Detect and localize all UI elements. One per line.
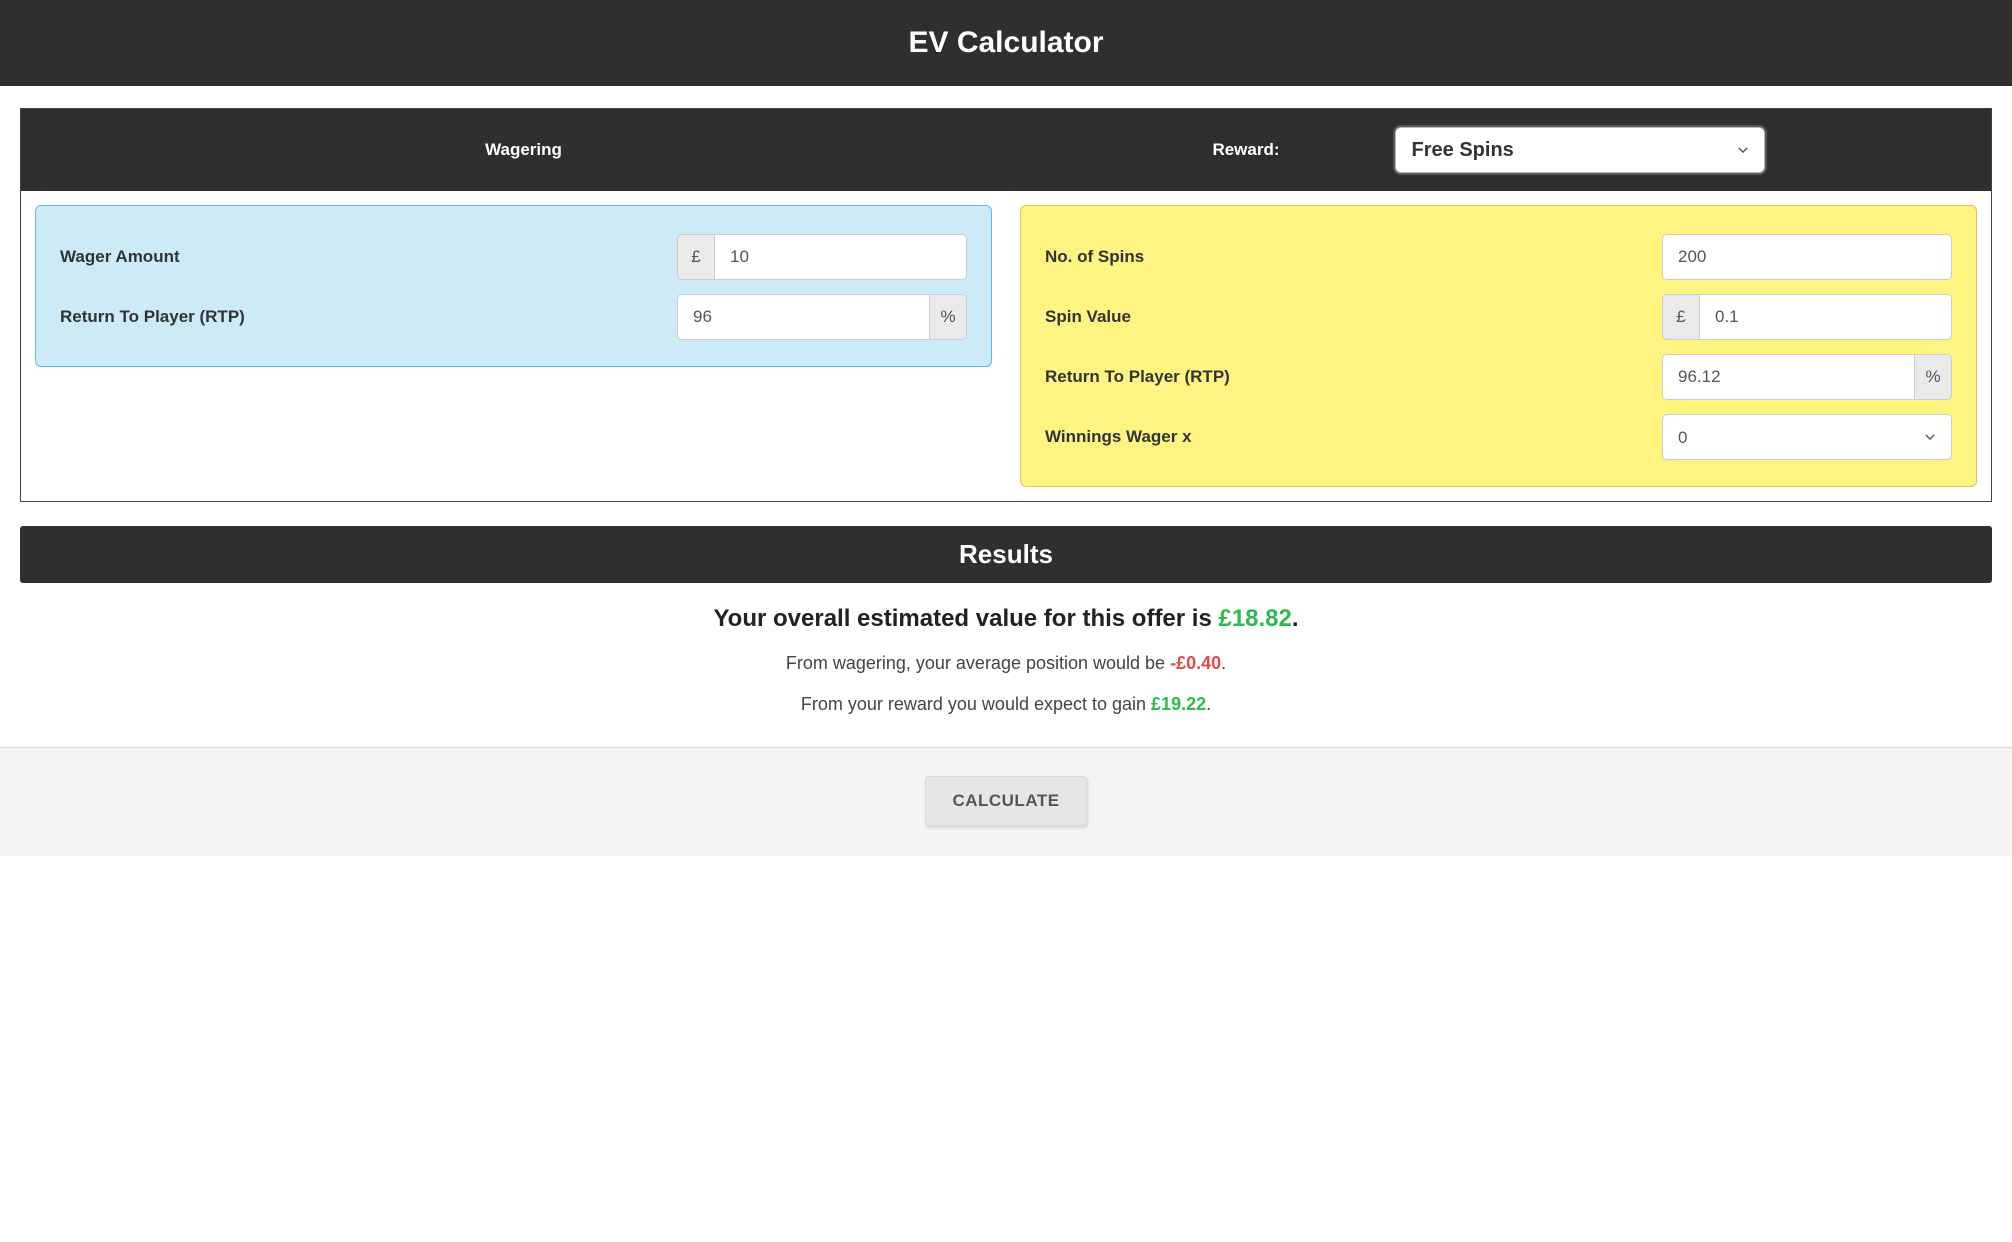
- results-title: Results: [20, 526, 1992, 583]
- spin-value-input[interactable]: [1699, 294, 1952, 340]
- wagering-header-label: Wagering: [41, 140, 1006, 160]
- panel-header: Wagering Reward: Free Spins: [21, 109, 1991, 191]
- wager-amount-input[interactable]: [714, 234, 967, 280]
- spins-row: No. of Spins: [1045, 234, 1952, 280]
- currency-prefix: £: [1662, 294, 1699, 340]
- percent-suffix: %: [930, 294, 967, 340]
- wager-amount-label: Wager Amount: [60, 247, 180, 267]
- spin-value-input-group: £: [1662, 294, 1952, 340]
- wager-amount-row: Wager Amount £: [60, 234, 967, 280]
- wager-line-suffix: .: [1221, 653, 1226, 673]
- reward-rtp-input[interactable]: [1662, 354, 1915, 400]
- spins-input-group: [1662, 234, 1952, 280]
- percent-suffix: %: [1915, 354, 1952, 400]
- results-wager-line: From wagering, your average position wou…: [20, 653, 1992, 674]
- wagering-rtp-label: Return To Player (RTP): [60, 307, 245, 327]
- winnings-wager-label: Winnings Wager x: [1045, 427, 1192, 447]
- reward-header-label: Reward:: [1212, 140, 1279, 160]
- currency-prefix: £: [677, 234, 714, 280]
- reward-line-value: £19.22: [1151, 694, 1206, 714]
- spins-label: No. of Spins: [1045, 247, 1144, 267]
- reward-card: No. of Spins Spin Value £ Return To Play…: [1020, 205, 1977, 487]
- wagering-rtp-input[interactable]: [677, 294, 930, 340]
- wagering-rtp-row: Return To Player (RTP) %: [60, 294, 967, 340]
- spin-value-label: Spin Value: [1045, 307, 1131, 327]
- reward-rtp-row: Return To Player (RTP) %: [1045, 354, 1952, 400]
- headline-prefix: Your overall estimated value for this of…: [713, 605, 1218, 632]
- winnings-wager-select[interactable]: 0: [1662, 414, 1952, 460]
- results-headline: Your overall estimated value for this of…: [20, 605, 1992, 633]
- panel-body: Wager Amount £ Return To Player (RTP) %: [21, 191, 1991, 501]
- wagering-rtp-input-group: %: [677, 294, 967, 340]
- results-body: Your overall estimated value for this of…: [0, 583, 2012, 748]
- reward-line-suffix: .: [1206, 694, 1211, 714]
- reward-line-prefix: From your reward you would expect to gai…: [801, 694, 1151, 714]
- footer: CALCULATE: [0, 748, 2012, 856]
- page-title: EV Calculator: [0, 0, 2012, 86]
- wager-line-value: -£0.40: [1170, 653, 1221, 673]
- results-reward-line: From your reward you would expect to gai…: [20, 694, 1992, 715]
- wager-line-prefix: From wagering, your average position wou…: [786, 653, 1170, 673]
- winnings-wager-row: Winnings Wager x 0: [1045, 414, 1952, 460]
- spins-input[interactable]: [1662, 234, 1952, 280]
- wager-amount-input-group: £: [677, 234, 967, 280]
- wagering-card: Wager Amount £ Return To Player (RTP) %: [35, 205, 992, 367]
- spin-value-row: Spin Value £: [1045, 294, 1952, 340]
- reward-type-select[interactable]: Free Spins: [1395, 127, 1765, 173]
- headline-suffix: .: [1292, 605, 1299, 632]
- reward-rtp-input-group: %: [1662, 354, 1952, 400]
- headline-value: £18.82: [1218, 605, 1291, 632]
- reward-rtp-label: Return To Player (RTP): [1045, 367, 1230, 387]
- input-panel: Wagering Reward: Free Spins Wager Amount…: [20, 108, 1992, 502]
- main-content: Wagering Reward: Free Spins Wager Amount…: [0, 86, 2012, 502]
- calculate-button[interactable]: CALCULATE: [925, 776, 1086, 826]
